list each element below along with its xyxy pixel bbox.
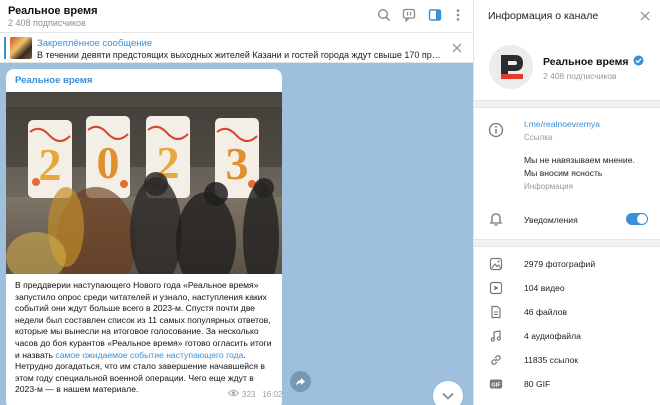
comments-icon[interactable] <box>401 7 417 23</box>
pinned-text: В течении девяти предстоящих выходных жи… <box>37 50 442 60</box>
media-row-files[interactable]: 46 файлов <box>474 301 660 324</box>
media-row-videos[interactable]: 104 видео <box>474 277 660 300</box>
post-article-link[interactable]: самое ожидаемое событие наступающего год… <box>55 350 243 360</box>
sidebar-toggle-icon[interactable] <box>427 7 443 23</box>
post-text: В преддверии наступающего Нового года «Р… <box>15 280 277 396</box>
post-meta: 323 16:02 <box>227 389 282 399</box>
audio-icon <box>489 329 503 343</box>
channel-info-panel: Информация о канале Реальное время 2 408… <box>473 0 660 405</box>
media-label: 104 видео <box>524 283 565 293</box>
chat-subscribers: 2 408 подписчиков <box>8 18 86 28</box>
channel-subscribers: 2 408 подписчиков <box>543 71 617 81</box>
channel-name-text: Реальное время <box>543 56 629 68</box>
svg-text:GIF: GIF <box>491 383 501 389</box>
gif-icon: GIF <box>489 377 503 391</box>
divider <box>474 100 660 108</box>
info-title: Информация о канале <box>488 10 599 22</box>
pinned-message[interactable]: Закреплённое сообщение В течении девяти … <box>0 33 473 63</box>
post-text-part: В преддверии наступающего Нового года «Р… <box>15 280 272 360</box>
search-icon[interactable] <box>376 7 392 23</box>
media-row-gifs[interactable]: GIF 80 GIF <box>474 373 660 396</box>
info-icon <box>488 122 504 138</box>
channel-name: Реальное время <box>543 55 644 69</box>
scroll-down-button[interactable] <box>433 381 463 405</box>
close-icon[interactable] <box>450 41 464 55</box>
media-label: 11835 ссылок <box>524 355 579 365</box>
link-caption: Ссылка <box>524 133 553 142</box>
share-button[interactable] <box>290 371 311 392</box>
video-icon <box>489 281 503 295</box>
photo-digit: 0 <box>97 137 120 188</box>
link-icon <box>489 353 503 367</box>
media-label: 46 файлов <box>524 307 568 317</box>
divider <box>474 239 660 247</box>
message-feed[interactable]: Реальное время 2 0 2 3 В преддверии наст… <box>0 63 473 405</box>
pinned-accent-bar <box>4 37 6 59</box>
post-views: 323 <box>242 389 256 399</box>
bell-icon <box>488 211 504 227</box>
file-icon <box>489 305 503 319</box>
notifications-label: Уведомления <box>524 215 578 225</box>
media-label: 4 аудиофайла <box>524 331 581 341</box>
media-label: 80 GIF <box>524 379 551 389</box>
channel-about-line: Мы вносим ясность <box>524 168 603 178</box>
about-caption: Информация <box>524 182 573 191</box>
media-row-links[interactable]: 11835 ссылок <box>474 349 660 372</box>
media-row-photos[interactable]: 2979 фотографий <box>474 253 660 276</box>
chat-header[interactable]: Реальное время 2 408 подписчиков <box>0 0 473 33</box>
photo-icon <box>489 257 503 271</box>
chat-title: Реальное время <box>8 5 98 17</box>
post-photo[interactable]: 2 0 2 3 <box>6 92 282 274</box>
photo-digit: 3 <box>226 138 249 189</box>
verified-icon <box>633 55 644 69</box>
media-label: 2979 фотографий <box>524 259 596 269</box>
pinned-thumbnail <box>10 37 32 59</box>
info-header: Информация о канале <box>474 0 660 33</box>
more-menu-icon[interactable] <box>450 7 466 23</box>
post-time: 16:02 <box>262 389 282 399</box>
media-row-audio[interactable]: 4 аудиофайла <box>474 325 660 348</box>
channel-logo[interactable] <box>489 45 533 89</box>
close-icon[interactable] <box>638 9 652 23</box>
channel-about-line: Мы не навязываем мнение. <box>524 155 635 165</box>
channel-post[interactable]: Реальное время 2 0 2 3 В преддверии наст… <box>6 69 282 405</box>
notifications-toggle[interactable] <box>626 213 648 225</box>
photo-digit: 2 <box>39 139 62 190</box>
views-icon <box>227 389 240 399</box>
pinned-title: Закреплённое сообщение <box>37 38 153 49</box>
channel-link[interactable]: t.me/realnoevremya <box>524 119 600 129</box>
chat-pane: Реальное время 2 408 подписчиков Закрепл… <box>0 0 473 405</box>
post-author: Реальное время <box>15 75 93 86</box>
